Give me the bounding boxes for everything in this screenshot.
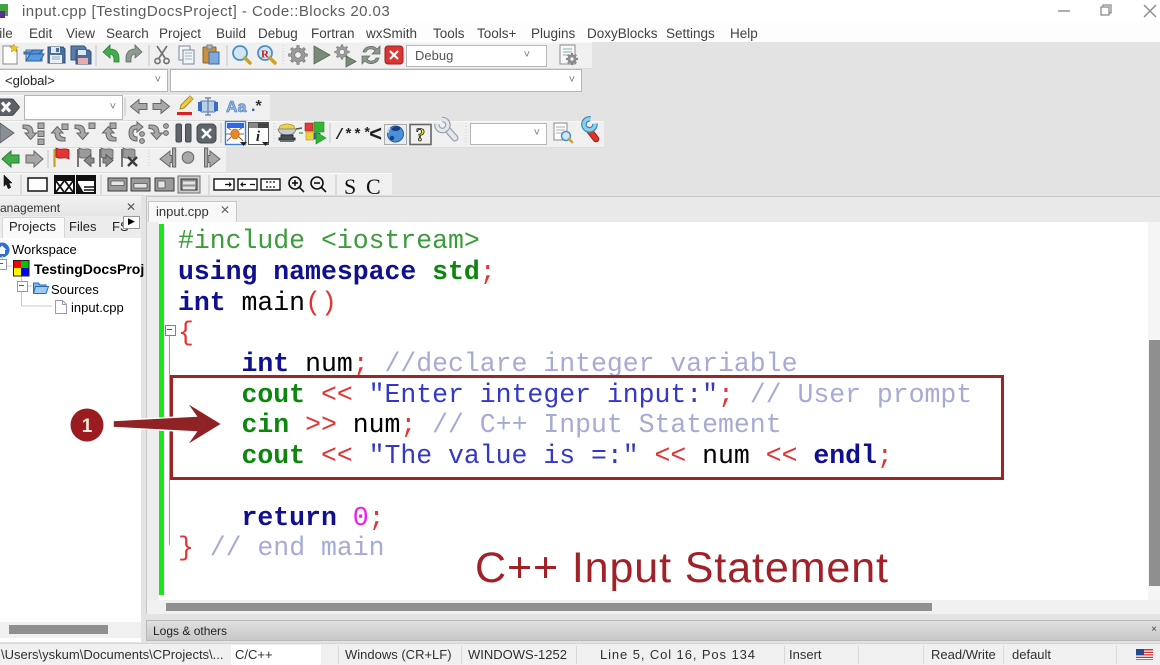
svg-text:C: C xyxy=(366,174,381,196)
svg-text:1: 1 xyxy=(82,416,93,437)
svg-text:S: S xyxy=(344,174,356,196)
svg-text:.*: .* xyxy=(251,98,262,115)
svg-text:/**: /** xyxy=(335,127,362,144)
svg-text:?: ? xyxy=(416,125,426,146)
svg-text:<: < xyxy=(369,123,382,148)
svg-text:Aa: Aa xyxy=(226,99,247,116)
